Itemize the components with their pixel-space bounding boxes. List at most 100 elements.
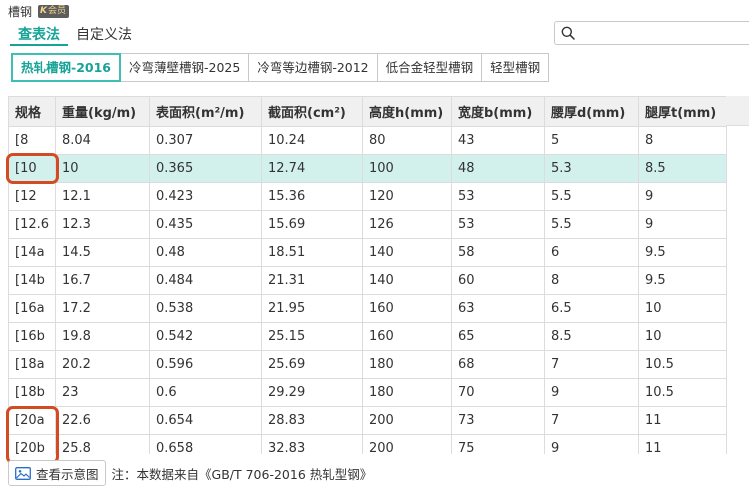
cell-height[interactable]: 180 — [362, 350, 452, 379]
cell-surface-area[interactable]: 0.435 — [149, 210, 262, 239]
cell-height[interactable]: 200 — [362, 406, 452, 435]
table-row[interactable]: [20a 22.6 0.654 28.83 200 73 7 11 — [8, 406, 727, 435]
cell-height[interactable]: 120 — [362, 182, 452, 211]
table-row[interactable]: [10 10 0.365 12.74 100 48 5.3 8.5 — [8, 154, 727, 183]
cell-flange-thickness[interactable]: 8 — [638, 126, 727, 155]
table-row[interactable]: [16a 17.2 0.538 21.95 160 63 6.5 10 — [8, 294, 727, 323]
tab-low-alloy-light-channel[interactable]: 低合金轻型槽钢 — [376, 53, 483, 82]
cell-weight[interactable]: 10 — [55, 154, 150, 183]
cell-surface-area[interactable]: 0.48 — [149, 238, 262, 267]
cell-web-thickness[interactable]: 5.5 — [544, 182, 639, 211]
cell-weight[interactable]: 19.8 — [55, 322, 150, 351]
cell-section-area[interactable]: 12.74 — [261, 154, 363, 183]
cell-spec[interactable]: [16b — [8, 322, 56, 351]
cell-spec[interactable]: [18a — [8, 350, 56, 379]
header-width[interactable]: 宽度b(mm) — [451, 96, 545, 127]
tab-cold-formed-equal-channel-2012[interactable]: 冷弯等边槽钢-2012 — [248, 53, 378, 82]
cell-weight[interactable]: 22.6 — [55, 406, 150, 435]
cell-width[interactable]: 75 — [451, 434, 545, 454]
cell-width[interactable]: 58 — [451, 238, 545, 267]
cell-flange-thickness[interactable]: 11 — [638, 434, 727, 454]
cell-weight[interactable]: 12.3 — [55, 210, 150, 239]
header-weight[interactable]: 重量(kg/m) — [55, 96, 150, 127]
cell-web-thickness[interactable]: 5.5 — [544, 210, 639, 239]
cell-height[interactable]: 140 — [362, 266, 452, 295]
header-flange-thickness[interactable]: 腿厚t(mm) — [638, 96, 727, 127]
header-section-area[interactable]: 截面积(cm²) — [261, 96, 363, 127]
cell-section-area[interactable]: 15.69 — [261, 210, 363, 239]
cell-section-area[interactable]: 21.95 — [261, 294, 363, 323]
cell-section-area[interactable]: 25.15 — [261, 322, 363, 351]
cell-surface-area[interactable]: 0.658 — [149, 434, 262, 454]
cell-surface-area[interactable]: 0.365 — [149, 154, 262, 183]
cell-height[interactable]: 126 — [362, 210, 452, 239]
cell-height[interactable]: 100 — [362, 154, 452, 183]
table-row[interactable]: [12.6 12.3 0.435 15.69 126 53 5.5 9 — [8, 210, 727, 239]
table-row[interactable]: [18b 23 0.6 29.29 180 70 9 10.5 — [8, 378, 727, 407]
tab-hot-rolled-channel-2016[interactable]: 热轧槽钢-2016 — [11, 53, 121, 82]
tab-cold-formed-thin-wall-channel-2025[interactable]: 冷弯薄壁槽钢-2025 — [119, 53, 250, 82]
cell-flange-thickness[interactable]: 9 — [638, 210, 727, 239]
cell-section-area[interactable]: 28.83 — [261, 406, 363, 435]
cell-flange-thickness[interactable]: 9 — [638, 182, 727, 211]
header-spec[interactable]: 规格 — [8, 96, 56, 127]
cell-weight[interactable]: 17.2 — [55, 294, 150, 323]
cell-surface-area[interactable]: 0.484 — [149, 266, 262, 295]
cell-width[interactable]: 60 — [451, 266, 545, 295]
cell-width[interactable]: 53 — [451, 182, 545, 211]
cell-weight[interactable]: 25.8 — [55, 434, 150, 454]
cell-width[interactable]: 70 — [451, 378, 545, 407]
cell-section-area[interactable]: 15.36 — [261, 182, 363, 211]
cell-section-area[interactable]: 18.51 — [261, 238, 363, 267]
tab-light-channel[interactable]: 轻型槽钢 — [481, 53, 550, 82]
cell-web-thickness[interactable]: 6.5 — [544, 294, 639, 323]
table-row[interactable]: [20b 25.8 0.658 32.83 200 75 9 11 — [8, 434, 727, 454]
cell-flange-thickness[interactable]: 10.5 — [638, 378, 727, 407]
view-diagram-button[interactable]: 查看示意图 — [8, 460, 106, 486]
cell-web-thickness[interactable]: 5 — [544, 126, 639, 155]
cell-height[interactable]: 200 — [362, 434, 452, 454]
search-box[interactable] — [554, 21, 749, 45]
cell-weight[interactable]: 8.04 — [55, 126, 150, 155]
cell-web-thickness[interactable]: 5.3 — [544, 154, 639, 183]
cell-spec[interactable]: [12.6 — [8, 210, 56, 239]
cell-section-area[interactable]: 10.24 — [261, 126, 363, 155]
cell-spec[interactable]: [20a — [8, 406, 56, 435]
cell-spec[interactable]: [18b — [8, 378, 56, 407]
cell-weight[interactable]: 12.1 — [55, 182, 150, 211]
cell-spec[interactable]: [16a — [8, 294, 56, 323]
cell-surface-area[interactable]: 0.307 — [149, 126, 262, 155]
cell-section-area[interactable]: 21.31 — [261, 266, 363, 295]
cell-web-thickness[interactable]: 8.5 — [544, 322, 639, 351]
cell-spec[interactable]: [14b — [8, 266, 56, 295]
cell-width[interactable]: 63 — [451, 294, 545, 323]
cell-section-area[interactable]: 25.69 — [261, 350, 363, 379]
cell-flange-thickness[interactable]: 11 — [638, 406, 727, 435]
cell-height[interactable]: 80 — [362, 126, 452, 155]
table-row[interactable]: [14b 16.7 0.484 21.31 140 60 8 9.5 — [8, 266, 727, 295]
cell-width[interactable]: 73 — [451, 406, 545, 435]
cell-flange-thickness[interactable]: 10 — [638, 322, 727, 351]
cell-flange-thickness[interactable]: 9.5 — [638, 266, 727, 295]
cell-web-thickness[interactable]: 7 — [544, 350, 639, 379]
header-height[interactable]: 高度h(mm) — [362, 96, 452, 127]
cell-web-thickness[interactable]: 9 — [544, 434, 639, 454]
header-web-thickness[interactable]: 腰厚d(mm) — [544, 96, 639, 127]
tab-lookup-method[interactable]: 查表法 — [10, 21, 68, 46]
cell-web-thickness[interactable]: 8 — [544, 266, 639, 295]
cell-width[interactable]: 48 — [451, 154, 545, 183]
table-row[interactable]: [8 8.04 0.307 10.24 80 43 5 8 — [8, 126, 727, 155]
cell-flange-thickness[interactable]: 10 — [638, 294, 727, 323]
cell-spec[interactable]: [20b — [8, 434, 56, 454]
cell-width[interactable]: 43 — [451, 126, 545, 155]
table-row[interactable]: [18a 20.2 0.596 25.69 180 68 7 10.5 — [8, 350, 727, 379]
tab-custom-method[interactable]: 自定义法 — [68, 21, 140, 46]
cell-section-area[interactable]: 32.83 — [261, 434, 363, 454]
cell-weight[interactable]: 23 — [55, 378, 150, 407]
cell-surface-area[interactable]: 0.542 — [149, 322, 262, 351]
cell-height[interactable]: 140 — [362, 238, 452, 267]
cell-surface-area[interactable]: 0.538 — [149, 294, 262, 323]
table-row[interactable]: [16b 19.8 0.542 25.15 160 65 8.5 10 — [8, 322, 727, 351]
cell-web-thickness[interactable]: 9 — [544, 378, 639, 407]
cell-spec[interactable]: [12 — [8, 182, 56, 211]
